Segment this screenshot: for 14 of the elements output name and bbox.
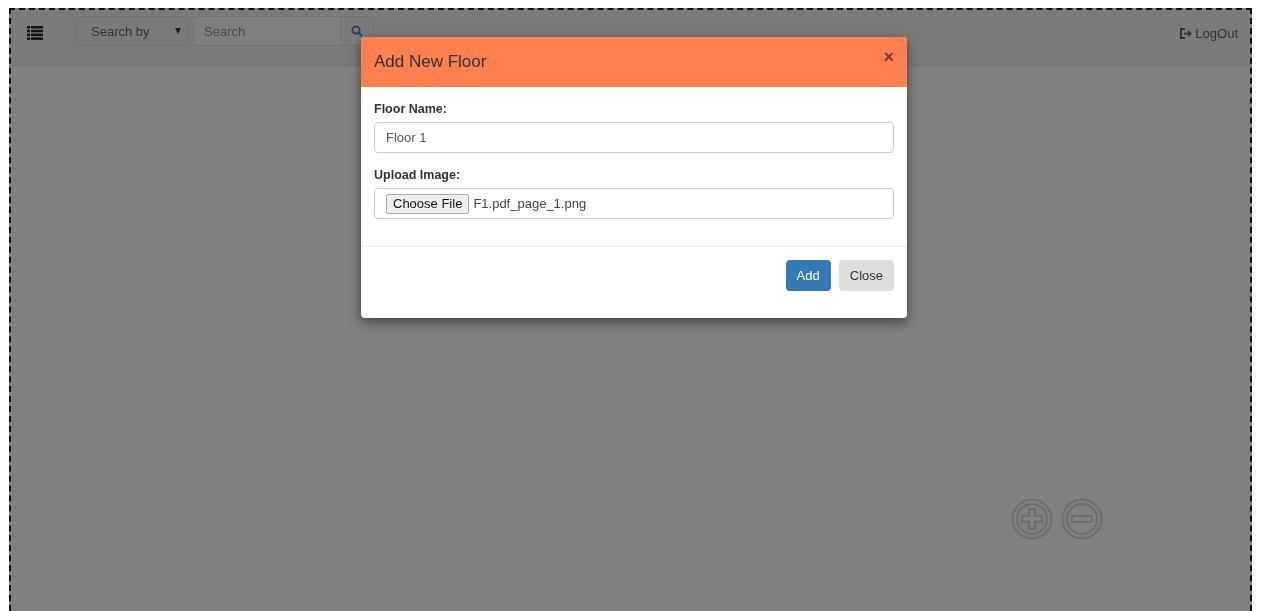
choose-file-button[interactable]: Choose File bbox=[386, 193, 470, 214]
file-input[interactable]: Choose File F1.pdf_page_1.png bbox=[374, 188, 894, 219]
file-name: F1.pdf_page_1.png bbox=[473, 196, 587, 211]
logout-icon bbox=[1179, 28, 1193, 39]
close-button[interactable]: Close bbox=[838, 260, 894, 291]
field-label: Upload Image: bbox=[374, 168, 462, 182]
add-button[interactable]: Add bbox=[785, 260, 831, 291]
search-icon bbox=[351, 25, 363, 37]
search-button[interactable] bbox=[340, 16, 374, 46]
menu-icon[interactable] bbox=[27, 26, 43, 40]
modal-title: Add New Floor bbox=[374, 52, 487, 72]
floor-name-field[interactable]: Floor 1 bbox=[374, 122, 894, 153]
field-label: Floor Name: bbox=[374, 102, 448, 116]
caret-icon bbox=[175, 28, 181, 34]
